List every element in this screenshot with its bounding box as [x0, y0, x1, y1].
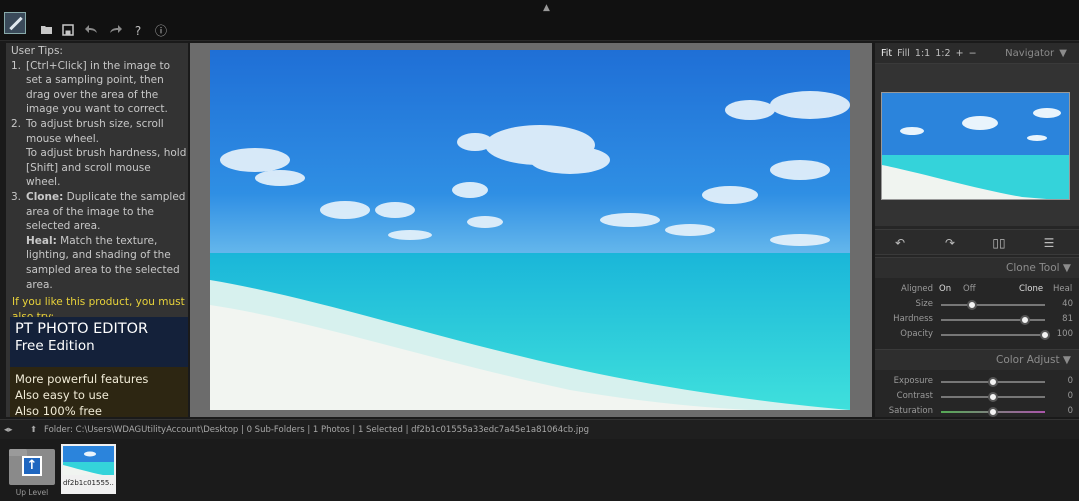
promo-edition: Free Edition [15, 338, 95, 354]
open-folder-icon[interactable] [39, 24, 53, 38]
collapse-up-icon[interactable]: ▲ [543, 3, 550, 13]
top-toolbar: ? ⓘ ▲ [0, 0, 1079, 41]
image-canvas[interactable] [190, 43, 872, 417]
saturation-label: Saturation [888, 406, 933, 416]
rotate-left-icon[interactable]: ↶ [893, 236, 907, 250]
promo-line: More powerful features [15, 372, 149, 386]
mode-heal-option[interactable]: Heal [1053, 282, 1072, 297]
saturation-row: Saturation 0 [875, 404, 1079, 417]
hardness-slider-knob[interactable] [1020, 315, 1031, 325]
zoom-fill-button[interactable]: Fill [897, 48, 910, 59]
aligned-label: Aligned [901, 284, 933, 294]
photo-thumbnail-label: df2b1c01555... [63, 479, 114, 487]
save-icon[interactable] [61, 24, 75, 38]
hardness-label: Hardness [893, 314, 933, 324]
size-row: Size 40 [875, 297, 1079, 312]
exposure-slider-knob[interactable] [988, 377, 998, 387]
folder-bar: ◂▸ ⬆ Folder: C:\Users\WDAGUtilityAccount… [0, 419, 1079, 439]
redo-icon[interactable] [108, 24, 122, 38]
size-slider-knob[interactable] [967, 300, 978, 310]
photo-thumbnail[interactable]: df2b1c01555... [61, 444, 116, 494]
folder-path-text: Folder: C:\Users\WDAGUtilityAccount\Desk… [44, 425, 590, 435]
saturation-slider-knob[interactable] [988, 407, 998, 417]
exposure-value: 0 [1067, 376, 1073, 386]
promo-line: Also 100% free [15, 404, 102, 417]
undo-icon[interactable] [84, 24, 98, 38]
navigator-title: Navigator [1005, 48, 1055, 59]
right-panel: Fit Fill 1:1 1:2 + − Navigator ▼ ↶ ↷ ▯▯ … [875, 43, 1079, 417]
mode-clone-option[interactable]: Clone [1019, 282, 1043, 297]
color-adjust-header[interactable]: Color Adjust ▼ [875, 349, 1079, 370]
saturation-value: 0 [1067, 406, 1073, 416]
hardness-row: Hardness 81 [875, 312, 1079, 327]
up-level-button[interactable]: ↑ Up Level [9, 445, 55, 497]
up-level-label: Up Level [15, 488, 49, 497]
chevron-down-icon: ▼ [1062, 354, 1071, 366]
aligned-off-option[interactable]: Off [963, 282, 976, 297]
navigator-thumbnail[interactable] [881, 92, 1070, 200]
filmstrip: ↑ Up Level df2b1c01555... [0, 439, 1079, 501]
size-label: Size [915, 299, 933, 309]
exposure-row: Exposure 0 [875, 374, 1079, 389]
zoom-1-2-button[interactable]: 1:2 [935, 48, 950, 59]
size-value: 40 [1062, 299, 1073, 309]
contrast-label: Contrast [896, 391, 933, 401]
tips-title: User Tips: [11, 45, 63, 57]
tip-1: 1. [Ctrl+Click] in the image to set a sa… [11, 59, 171, 116]
contrast-row: Contrast 0 [875, 389, 1079, 404]
zoom-out-button[interactable]: − [969, 48, 977, 59]
opacity-row: Opacity 100 [875, 327, 1079, 342]
app-logo-icon [4, 12, 26, 34]
flip-vertical-icon[interactable]: ☰ [1042, 236, 1056, 250]
beach-photo[interactable] [210, 50, 850, 410]
rotate-toolbar: ↶ ↷ ▯▯ ☰ [875, 229, 1079, 255]
promo-banner[interactable]: PT PHOTO EDITOR Free Edition More powerf… [10, 317, 188, 417]
chevron-down-icon: ▼ [1062, 262, 1071, 274]
tip-3: 3. Clone: Duplicate the sampled area of … [11, 190, 186, 291]
zoom-1-1-button[interactable]: 1:1 [915, 48, 930, 59]
exposure-label: Exposure [893, 376, 933, 386]
aligned-row: Aligned On Off Clone Heal [875, 282, 1079, 297]
promo-line: Also easy to use [15, 388, 109, 402]
clone-tool-header[interactable]: Clone Tool ▼ [875, 257, 1079, 278]
aligned-on-option[interactable]: On [939, 282, 951, 297]
navigator-header: Fit Fill 1:1 1:2 + − Navigator ▼ [875, 43, 1079, 64]
opacity-value: 100 [1056, 329, 1073, 339]
tip-2: 2. To adjust brush size, scroll mouse wh… [11, 117, 187, 189]
opacity-slider[interactable] [941, 334, 1045, 336]
back-arrow-icon[interactable]: ◂▸ [4, 420, 13, 440]
contrast-slider-knob[interactable] [988, 392, 998, 402]
up-arrow-icon: ↑ [22, 456, 42, 476]
contrast-value: 0 [1067, 391, 1073, 401]
zoom-fit-button[interactable]: Fit [881, 48, 892, 59]
zoom-in-button[interactable]: + [956, 48, 964, 59]
promo-product-name: PT PHOTO EDITOR [15, 321, 149, 337]
info-icon[interactable]: ⓘ [154, 24, 168, 38]
tips-panel: User Tips: 1. [Ctrl+Click] in the image … [6, 43, 188, 417]
chevron-down-icon: ▼ [1059, 48, 1067, 59]
hardness-value: 81 [1062, 314, 1073, 324]
up-arrow-icon[interactable]: ⬆ [30, 420, 37, 440]
help-icon[interactable]: ? [131, 24, 145, 38]
flip-horizontal-icon[interactable]: ▯▯ [992, 236, 1006, 250]
opacity-label: Opacity [900, 329, 933, 339]
rotate-right-icon[interactable]: ↷ [943, 236, 957, 250]
size-slider[interactable] [941, 304, 1045, 306]
